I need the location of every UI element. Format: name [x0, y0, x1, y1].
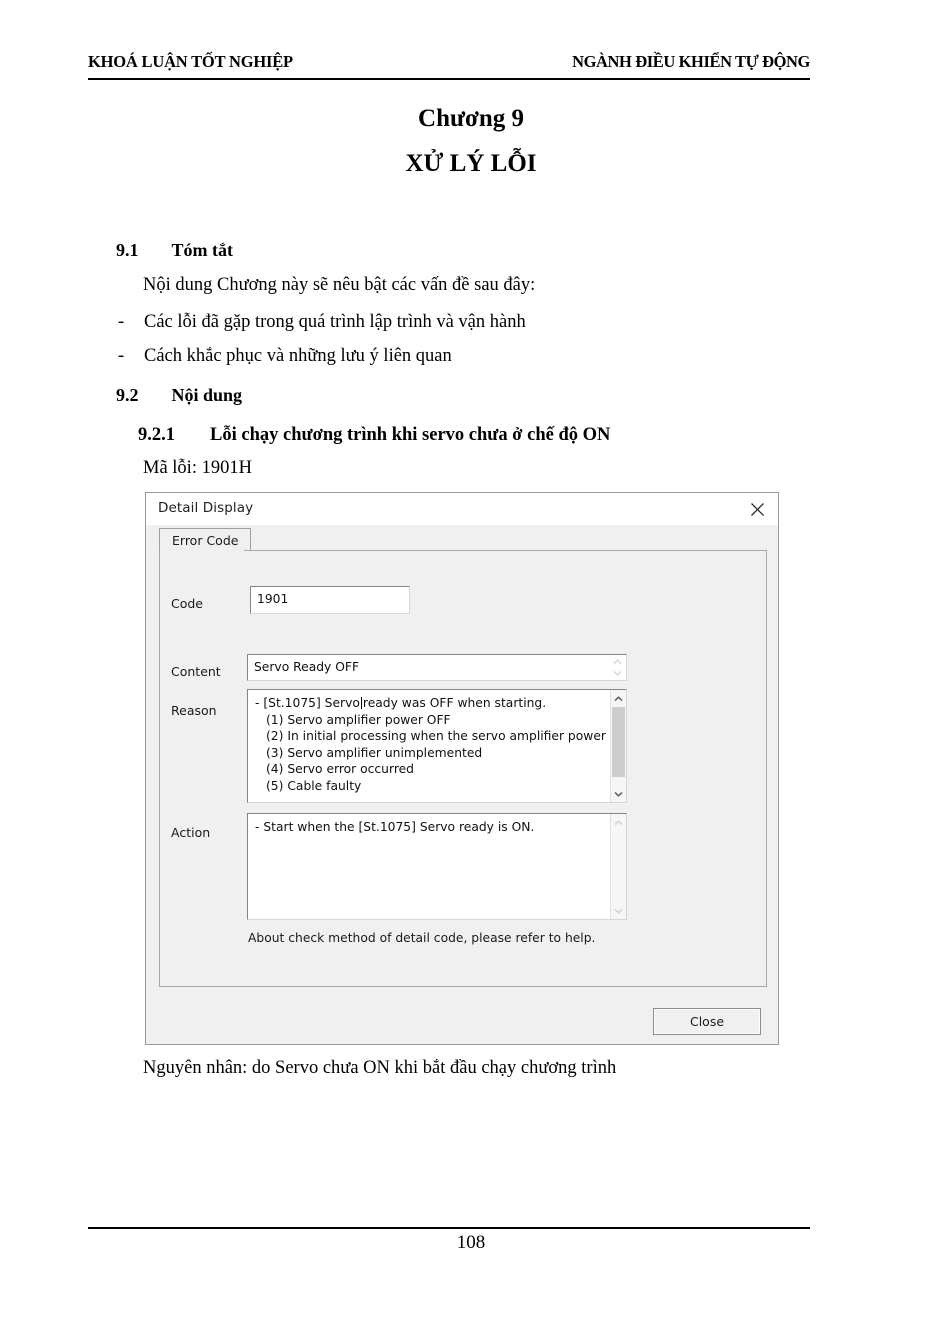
- error-code-line: Mã lỗi: 1901H: [143, 458, 252, 478]
- action-line-1: - Start when the [St.1075] Servo ready i…: [255, 820, 535, 834]
- reason-scrollbar[interactable]: [610, 690, 626, 802]
- section-title-9-2-1: Lỗi chạy chương trình khi servo chưa ở c…: [210, 425, 611, 445]
- content-value: Servo Ready OFF: [254, 660, 360, 674]
- section-number-9-1: 9.1: [116, 240, 139, 260]
- page-header: KHOÁ LUẬN TỐT NGHIỆP NGÀNH ĐIỀU KHIỂN TỰ…: [88, 52, 810, 72]
- header-right-text: NGÀNH ĐIỀU KHIỂN TỰ ĐỘNG: [572, 52, 810, 71]
- bullet-text-1: Các lỗi đã gặp trong quá trình lập trình…: [144, 312, 526, 332]
- reason-line-1a: - [St.1075] Servo: [255, 696, 360, 710]
- header-divider: [88, 78, 810, 80]
- section-number-9-2-1: 9.2.1: [138, 425, 175, 445]
- close-button[interactable]: Close: [653, 1008, 761, 1035]
- code-label: Code: [171, 596, 204, 611]
- close-button-label: Close: [689, 1014, 725, 1029]
- reason-line-6: (5) Cable faulty: [266, 778, 362, 793]
- code-input[interactable]: 1901: [250, 586, 410, 614]
- bullet-dash: -: [118, 312, 125, 332]
- scroll-down-icon[interactable]: [611, 903, 626, 918]
- detail-code-hint: About check method of detail code, pleas…: [248, 931, 596, 945]
- reason-line-2: (1) Servo amplifier power OFF: [266, 712, 451, 727]
- close-icon[interactable]: [742, 496, 772, 522]
- action-scrollbar[interactable]: [610, 814, 626, 919]
- tab-strip: Error Code: [159, 528, 767, 551]
- chapter-label: Chương 9: [418, 105, 524, 132]
- reason-text: - [St.1075] Servo ready was OFF when star…: [255, 695, 627, 794]
- page-number: 108: [456, 1232, 486, 1253]
- reason-line-1: - [St.1075] Servo ready was OFF when star…: [255, 695, 626, 712]
- reason-line-1b: ready was OFF when starting.: [362, 696, 547, 710]
- action-label: Action: [171, 825, 211, 840]
- reason-label: Reason: [171, 703, 217, 718]
- content-spinner[interactable]: [610, 656, 625, 680]
- section-title-9-2: Nội dung: [171, 385, 243, 405]
- footer-divider: [88, 1227, 810, 1229]
- action-textarea[interactable]: - Start when the [St.1075] Servo ready i…: [247, 813, 627, 920]
- cause-line: Nguyên nhân: do Servo chưa ON khi bắt đầ…: [143, 1058, 617, 1078]
- reason-line-5: (4) Servo error occurred: [266, 762, 414, 776]
- scroll-up-icon[interactable]: [611, 815, 626, 830]
- section-heading-9-2: 9.2 Nội dung: [116, 385, 242, 406]
- bullet-text-2: Cách khắc phục và những lưu ý liên quan: [144, 346, 452, 366]
- action-text: - Start when the [St.1075] Servo ready i…: [255, 819, 534, 836]
- intro-paragraph: Nội dung Chương này sẽ nêu bật các vấn đ…: [143, 275, 536, 295]
- reason-line-4: (3) Servo amplifier unimplemented: [266, 745, 483, 760]
- text-caret: [360, 697, 362, 709]
- section-heading-9-2-1: 9.2.1 Lỗi chạy chương trình khi servo chư…: [138, 425, 610, 446]
- content-input[interactable]: Servo Ready OFF: [247, 654, 627, 681]
- chapter-title: XỬ LÝ LỖI: [405, 150, 537, 177]
- tab-error-code-label: Error Code: [172, 532, 239, 548]
- tab-panel-error-code: Code 1901 Content Servo Ready OFF Reason…: [159, 550, 767, 987]
- detail-display-dialog: Detail Display Error Code Code 1901 Cont…: [145, 492, 779, 1045]
- chevron-down-icon[interactable]: [610, 667, 625, 678]
- reason-line-3: (2) In initial processing when the servo…: [266, 729, 627, 743]
- reason-textarea[interactable]: - [St.1075] Servo ready was OFF when star…: [247, 689, 627, 803]
- chevron-up-icon[interactable]: [610, 656, 625, 667]
- code-value: 1901: [257, 592, 289, 606]
- header-left-text: KHOÁ LUẬN TỐT NGHIỆP: [88, 52, 293, 71]
- tab-error-code[interactable]: Error Code: [159, 528, 252, 551]
- content-label: Content: [171, 664, 221, 679]
- dialog-title: Detail Display: [158, 500, 254, 516]
- scroll-down-icon[interactable]: [611, 786, 626, 801]
- bullet-dash: -: [118, 346, 125, 366]
- scroll-up-icon[interactable]: [611, 691, 626, 706]
- section-heading-9-1: 9.1 Tóm tắt: [116, 240, 233, 261]
- dialog-titlebar: Detail Display: [146, 493, 778, 525]
- reason-scroll-thumb[interactable]: [612, 707, 625, 777]
- section-title-9-1: Tóm tắt: [171, 240, 234, 260]
- section-number-9-2: 9.2: [116, 385, 139, 405]
